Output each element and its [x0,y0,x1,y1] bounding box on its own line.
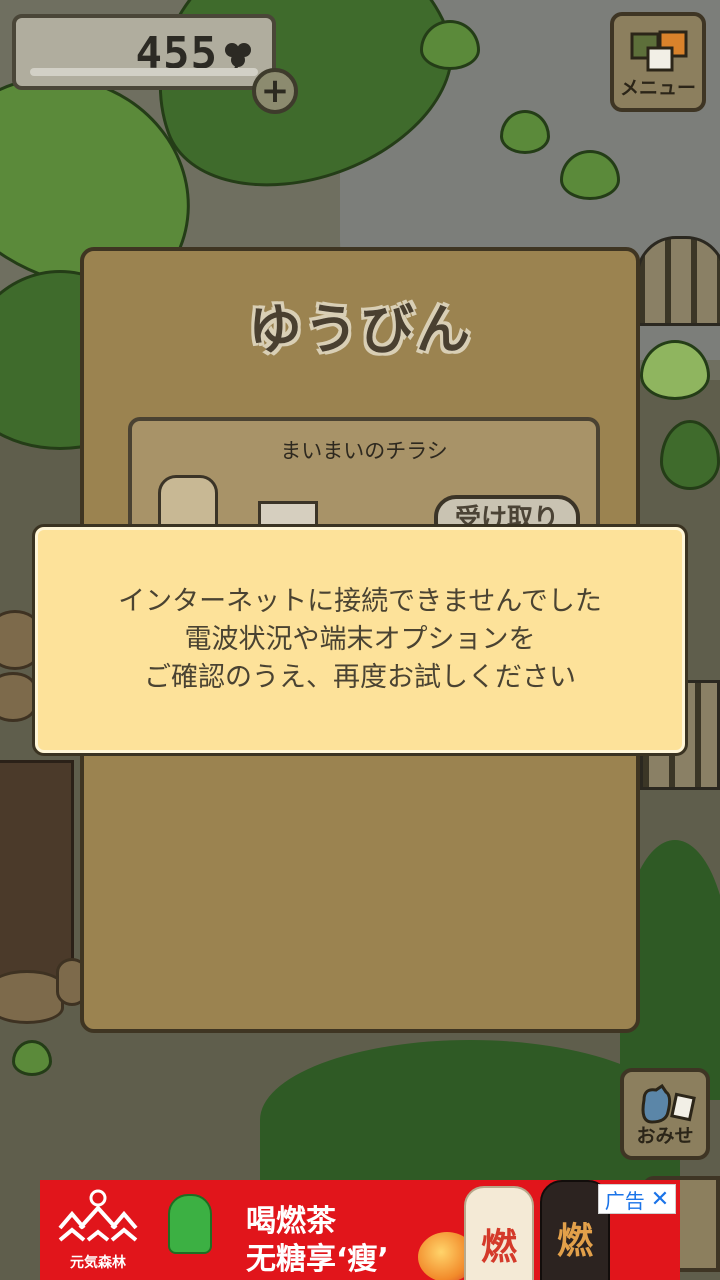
ad-brand-name: 元気森林 [70,1255,126,1271]
shop-button[interactable]: おみせ [620,1068,710,1160]
vine-leaf [500,110,550,154]
network-error-dialog[interactable]: インターネットに接続できませんでした 電波状況や端末オプションを ご確認のうえ、… [32,524,688,756]
menu-button[interactable]: メニュー [610,12,706,112]
ad-tag-label: 广告 [604,1188,645,1213]
ad-banner[interactable]: 元気森林 喝燃茶 无糖享‘瘦’ 燃 燃 广告 ✕ [40,1180,680,1280]
error-message: インターネットに接続できませんでした 電波状況や端末オプションを ご確認のうえ、… [35,583,685,697]
bottle-glyph: 燃 [480,1226,517,1268]
dino-mascot [168,1194,212,1254]
add-clover-button[interactable]: + [252,68,298,114]
error-line-2: 電波状況や端末オプションを [184,624,536,655]
grass-clump [260,1040,680,1200]
tea-bottle: 燃 [464,1186,534,1280]
bottle-glyph: 燃 [556,1220,593,1262]
menu-label: メニュー [619,77,696,99]
menu-icon [630,30,688,72]
sprout [12,1040,52,1076]
error-line-3: ご確認のうえ、再度お試しください [144,662,576,693]
close-icon[interactable]: ✕ [651,1187,669,1212]
wooden-fence [636,236,720,326]
ad-tag[interactable]: 广告 ✕ [598,1184,676,1214]
ad-brand-logo: 元気森林 [50,1188,146,1274]
mail-item-title: まいまいのチラシ [280,439,448,463]
shop-label: おみせ [636,1125,694,1147]
log-stump [0,970,64,1024]
ad-subline: 无糖享‘瘦’ [246,1242,389,1277]
soil-patch [0,760,74,980]
brand-mark-icon [58,1189,138,1242]
log-stump [0,672,36,722]
clover-counter: 455 [12,14,276,90]
shop-bag-icon [641,1083,696,1124]
error-line-1: インターネットに接続できませんでした [118,586,602,617]
clover-progress-bar [30,68,258,76]
mail-title: ゆうびん [248,298,472,361]
